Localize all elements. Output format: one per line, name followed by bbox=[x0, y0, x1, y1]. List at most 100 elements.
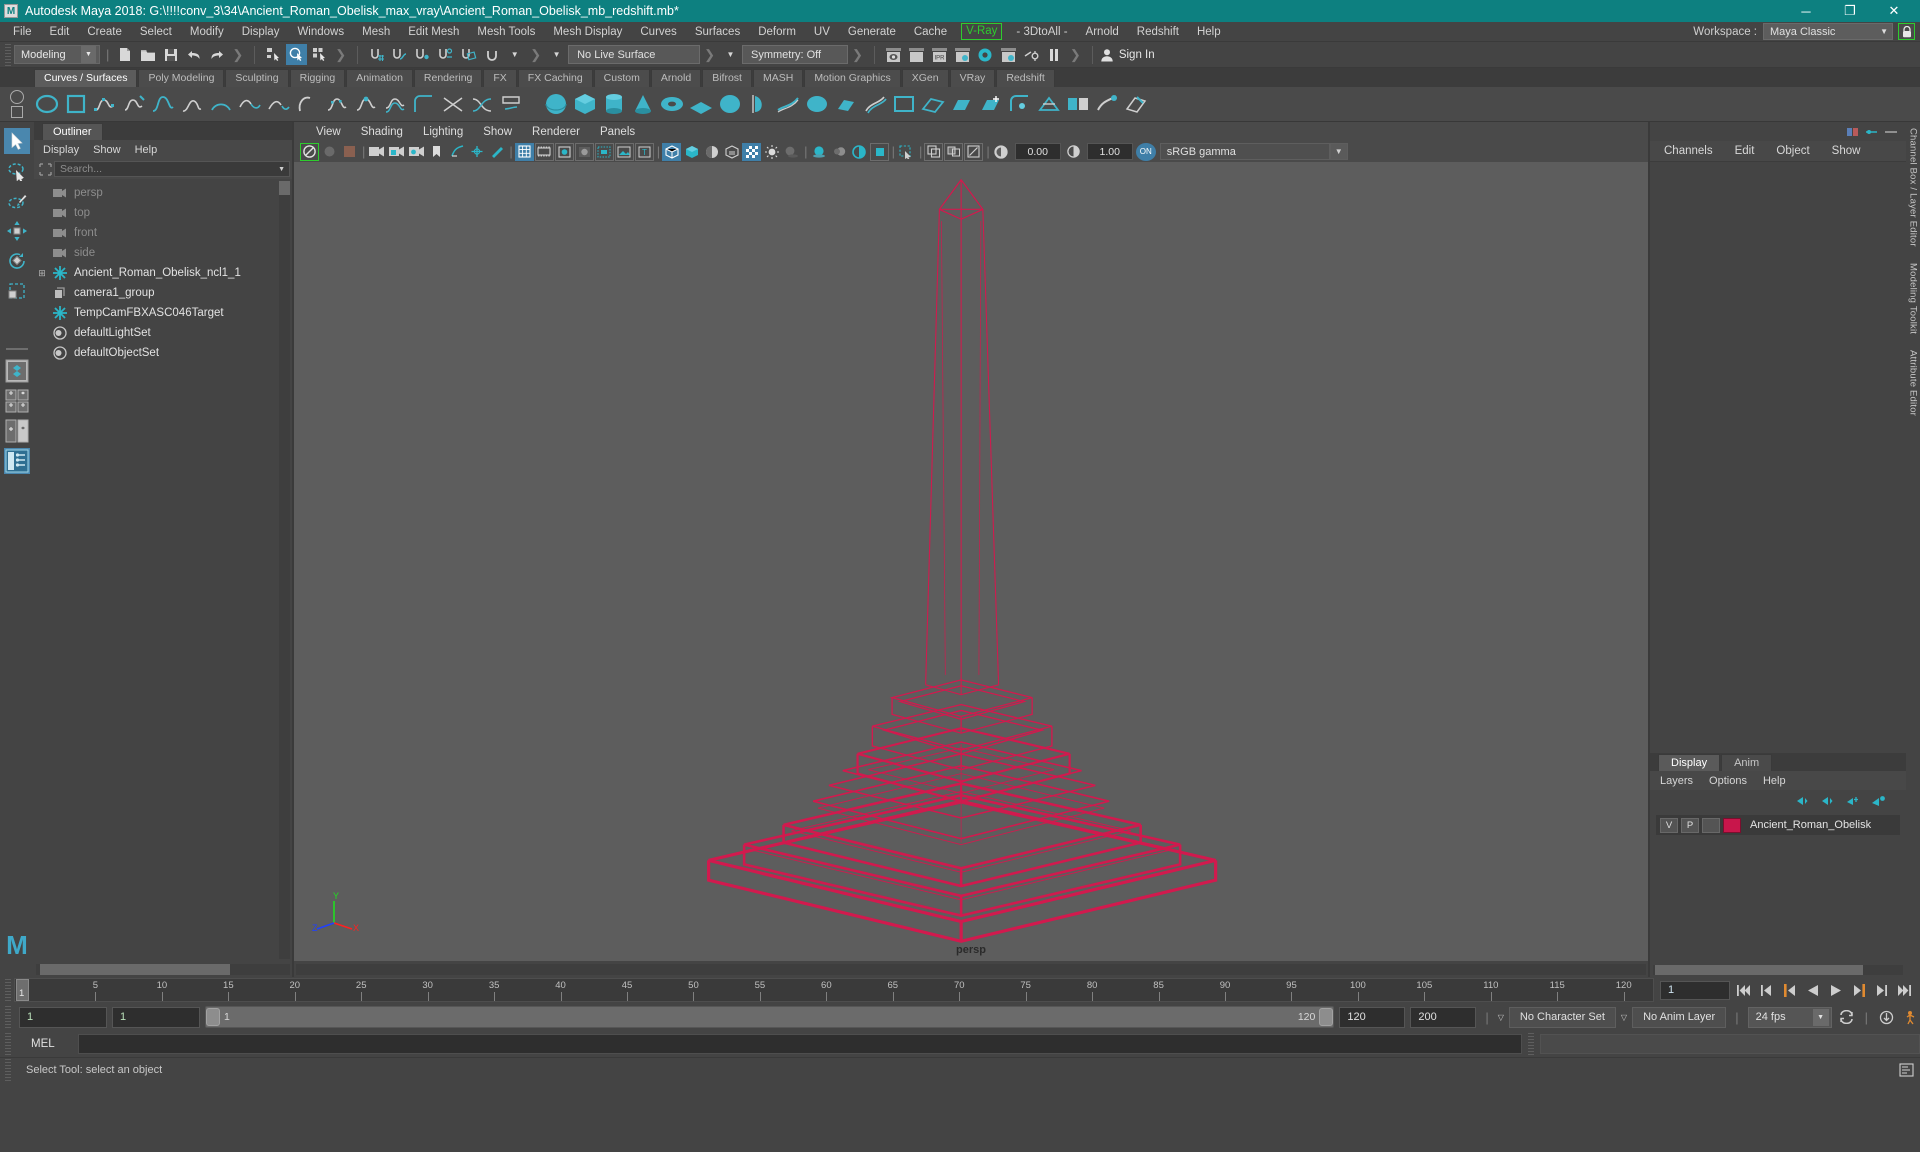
viewport-menu-show[interactable]: Show bbox=[473, 126, 522, 138]
channel-box-content[interactable] bbox=[1650, 161, 1906, 753]
exposure-icon[interactable] bbox=[992, 143, 1011, 161]
shelf-tab-xgen[interactable]: XGen bbox=[901, 69, 949, 87]
tab-attribute-editor[interactable]: Attribute Editor bbox=[1908, 350, 1919, 416]
shelf-tab-vray[interactable]: VRay bbox=[949, 69, 996, 87]
snap-projected-icon[interactable] bbox=[435, 44, 456, 65]
exposure-field[interactable]: 0.00 bbox=[1014, 143, 1061, 160]
go-to-start-icon[interactable] bbox=[1734, 980, 1753, 1000]
cut-curve-icon[interactable] bbox=[440, 91, 466, 117]
hud-toggle-icon[interactable] bbox=[1865, 126, 1878, 138]
bevel-plus-icon[interactable] bbox=[978, 91, 1004, 117]
attach-curves-icon[interactable] bbox=[237, 91, 263, 117]
snap-curve-icon[interactable] bbox=[389, 44, 410, 65]
list-item[interactable]: top bbox=[34, 203, 292, 223]
character-set-chevron-icon[interactable]: ▽ bbox=[1498, 1013, 1504, 1022]
time-slider-track[interactable]: 1 5 10 15 20 25 30 35 40 45 50 55 60 65 70 75 80 85 90 95 1… bbox=[14, 978, 1654, 1002]
hypershade-icon[interactable] bbox=[975, 44, 996, 65]
select-component-icon[interactable] bbox=[309, 44, 330, 65]
move-layer-up-icon[interactable] bbox=[1796, 795, 1811, 807]
scale-tool[interactable] bbox=[4, 278, 30, 304]
list-item[interactable]: defaultObjectSet bbox=[34, 343, 292, 363]
ep-curve-icon[interactable] bbox=[121, 91, 147, 117]
timeline-grip[interactable] bbox=[5, 979, 11, 1001]
disc-icon[interactable] bbox=[717, 91, 743, 117]
snap-point-icon[interactable] bbox=[412, 44, 433, 65]
rotate-tool[interactable] bbox=[4, 248, 30, 274]
viewport-3d[interactable]: Y X Z persp bbox=[294, 162, 1648, 961]
use-all-lights-icon[interactable] bbox=[762, 143, 781, 161]
anim-layer-chevron-icon[interactable]: ▽ bbox=[1621, 1013, 1627, 1022]
maximize-button[interactable]: ❐ bbox=[1828, 0, 1872, 22]
layer-name[interactable]: Ancient_Roman_Obelisk bbox=[1750, 819, 1871, 831]
command-line-grip[interactable] bbox=[5, 1033, 11, 1055]
outliner-menu-show[interactable]: Show bbox=[93, 144, 121, 156]
step-forward-key-icon[interactable] bbox=[1849, 980, 1868, 1000]
multisample-aa-icon[interactable] bbox=[850, 143, 869, 161]
lock-icon[interactable] bbox=[1898, 23, 1915, 40]
shelf-tab-poly-modeling[interactable]: Poly Modeling bbox=[138, 69, 225, 87]
step-back-frame-icon[interactable] bbox=[1757, 980, 1776, 1000]
image-plane-icon[interactable] bbox=[447, 143, 466, 161]
range-start-handle[interactable] bbox=[206, 1008, 220, 1026]
four-view-layout[interactable] bbox=[4, 388, 30, 414]
live-surface-chevron-icon[interactable]: ▼ bbox=[546, 44, 567, 65]
expand-icon[interactable]: ⊞ bbox=[36, 268, 48, 279]
playback-loop-icon[interactable] bbox=[1837, 1007, 1856, 1027]
command-line-divider[interactable] bbox=[1528, 1033, 1534, 1055]
move-tool[interactable] bbox=[4, 218, 30, 244]
gamma-field[interactable]: 1.00 bbox=[1086, 143, 1133, 160]
curve-fillet-icon[interactable] bbox=[411, 91, 437, 117]
shaded-wireframe-icon[interactable] bbox=[702, 143, 721, 161]
live-surface-field[interactable]: No Live Surface bbox=[568, 45, 701, 64]
menu-3dtoall[interactable]: - 3DtoAll - bbox=[1007, 22, 1076, 42]
shelf-tab-custom[interactable]: Custom bbox=[593, 69, 650, 87]
range-slider-bar[interactable]: 1 120 bbox=[205, 1006, 1335, 1028]
shelf-tab-rigging[interactable]: Rigging bbox=[289, 69, 346, 87]
viewport-horizontal-scrollbar[interactable] bbox=[294, 961, 1648, 977]
stitch-icon[interactable] bbox=[1065, 91, 1091, 117]
toolbar-grip[interactable] bbox=[5, 43, 11, 66]
project-curve-icon[interactable] bbox=[498, 91, 524, 117]
smooth-shading-icon[interactable] bbox=[682, 143, 701, 161]
shelf-tab-arnold[interactable]: Arnold bbox=[650, 69, 702, 87]
birail-icon[interactable] bbox=[862, 91, 888, 117]
auto-key-icon[interactable] bbox=[1877, 1007, 1896, 1027]
magnet-icon[interactable] bbox=[481, 44, 502, 65]
play-forwards-icon[interactable] bbox=[1826, 980, 1845, 1000]
redo-icon[interactable] bbox=[206, 44, 227, 65]
channelbox-menu-channels[interactable]: Channels bbox=[1664, 145, 1713, 157]
new-layer-from-selected-icon[interactable] bbox=[1871, 795, 1886, 807]
snap-grid-icon[interactable] bbox=[366, 44, 387, 65]
isolate-select-icon[interactable] bbox=[897, 143, 916, 161]
range-end-handle[interactable] bbox=[1319, 1008, 1334, 1026]
nurbs-circle-icon[interactable] bbox=[34, 91, 60, 117]
list-item[interactable]: TempCamFBXASC046Target bbox=[34, 303, 292, 323]
menuset-select[interactable]: Modeling ▼ bbox=[14, 45, 100, 64]
render-settings-icon[interactable] bbox=[952, 44, 973, 65]
planar-icon[interactable] bbox=[804, 91, 830, 117]
resolution-gate-icon[interactable] bbox=[554, 142, 574, 161]
script-editor-icon[interactable] bbox=[1896, 1061, 1916, 1079]
xray-joints-icon[interactable] bbox=[944, 142, 964, 161]
trim-tool-icon[interactable] bbox=[1036, 91, 1062, 117]
shelf-tab-bifrost[interactable]: Bifrost bbox=[702, 69, 752, 87]
menu-generate[interactable]: Generate bbox=[839, 22, 905, 42]
camera-settings-icon[interactable] bbox=[407, 143, 426, 161]
camera-attributes-icon[interactable] bbox=[320, 143, 339, 161]
playback-speed-select[interactable]: 24 fps ▼ bbox=[1747, 1006, 1832, 1028]
boundary-icon[interactable] bbox=[891, 91, 917, 117]
list-item[interactable]: persp bbox=[34, 183, 292, 203]
save-file-icon[interactable] bbox=[160, 44, 181, 65]
xray-icon[interactable] bbox=[924, 142, 944, 161]
filter-icon[interactable] bbox=[36, 161, 54, 177]
viewport-menu-lighting[interactable]: Lighting bbox=[413, 126, 473, 138]
symmetry-field[interactable]: Symmetry: Off bbox=[742, 45, 849, 64]
shelf-tab-fx-caching[interactable]: FX Caching bbox=[517, 69, 593, 87]
layer-list[interactable]: V P Ancient_Roman_Obelisk bbox=[1650, 812, 1906, 962]
render-view-icon[interactable] bbox=[883, 44, 904, 65]
menu-mesh-display[interactable]: Mesh Display bbox=[544, 22, 631, 42]
tab-modeling-toolkit[interactable]: Modeling Toolkit bbox=[1908, 263, 1919, 334]
surface-editing-icon[interactable] bbox=[1123, 91, 1149, 117]
step-back-key-icon[interactable] bbox=[1780, 980, 1799, 1000]
pause-icon[interactable] bbox=[1044, 44, 1065, 65]
